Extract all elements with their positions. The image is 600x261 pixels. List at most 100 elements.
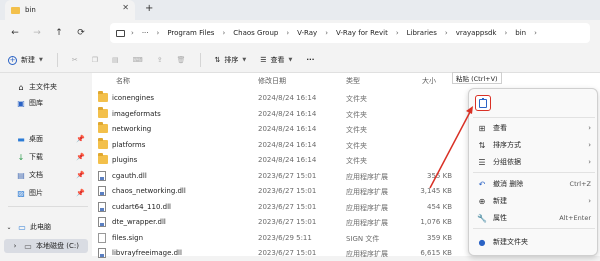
sidebar-item-label: 此电脑 [30,223,51,231]
chevron-right-icon: › [588,197,591,205]
back-button[interactable]: ← [4,28,26,38]
drive-icon: ▭ [24,241,32,251]
refresh-button[interactable]: ⟳ [70,28,92,38]
chevron-right-icon[interactable]: › [10,242,20,250]
delete-icon[interactable]: 🗑 [177,56,186,64]
up-button[interactable]: ↑ [48,28,70,38]
new-button[interactable]: + 新建 ▼ [8,55,43,65]
file-type: 文件夹 [346,110,367,119]
new-folder-icon: ● [478,237,486,247]
column-header-name[interactable]: 名称 [116,76,130,86]
folder-icon [98,153,108,164]
pictures-icon: ▨ [17,188,25,198]
menu-item-properties[interactable]: 🔧 属性 Alt+Enter [469,210,599,226]
address-bar[interactable]: › ··· › Program Files › Chaos Group › V-… [110,23,590,43]
menu-item-group[interactable]: ☰ 分组依据 › [469,154,599,170]
sidebar-item-home[interactable]: ⌂ 主文件夹 [16,81,57,93]
file-name: chaos_networking.dll [112,187,186,195]
new-tab-button[interactable]: + [145,3,153,14]
folder-icon [98,122,108,133]
breadcrumb-program-files[interactable]: Program Files [167,29,214,37]
paste-icon [479,97,487,108]
close-tab-icon[interactable]: ✕ [122,3,129,12]
file-name: networking [112,125,152,133]
sidebar-item-local-disk[interactable]: › ▭ 本地磁盘 (C:) [10,240,79,252]
chevron-down-icon: ▼ [242,57,247,63]
breadcrumb-libraries[interactable]: Libraries [407,29,437,37]
chevron-right-icon: › [325,29,329,37]
file-size: 359 KB [427,233,452,242]
view-button[interactable]: ☰ 查看 ▼ [260,55,292,65]
pin-icon[interactable]: 📌 [76,153,85,161]
breadcrumb-bin[interactable]: bin [515,29,526,37]
sidebar-item-downloads[interactable]: ↓ 下载 [16,151,43,163]
more-options-button[interactable]: ··· [306,56,314,64]
sidebar-item-pictures[interactable]: ▨ 图片 [16,187,43,199]
desktop-icon: ▬ [17,134,25,144]
chevron-right-icon: › [534,29,537,37]
overflow-icon[interactable]: ··· [142,29,149,37]
gallery-icon: ▣ [17,98,25,108]
context-menu: ⊞ 查看 › ⇅ 排序方式 › ☰ 分组依据 › ↶ 撤消 删除 Ctrl+Z … [468,88,598,256]
breadcrumb-vray-for-revit[interactable]: V-Ray for Revit [336,29,388,37]
sidebar-item-label: 本地磁盘 (C:) [36,242,79,250]
chevron-right-icon: › [131,29,134,37]
paste-button[interactable] [475,95,491,111]
menu-item-view[interactable]: ⊞ 查看 › [469,120,599,136]
sidebar-item-documents[interactable]: ▤ 文档 [16,169,43,181]
breadcrumb-vrayappsdk[interactable]: vrayappsdk [456,29,497,37]
menu-item-sort[interactable]: ⇅ 排序方式 › [469,137,599,153]
pin-icon[interactable]: 📌 [76,189,85,197]
menu-divider [473,228,595,229]
sidebar-item-label: 文档 [29,171,43,179]
column-header-type[interactable]: 类型 [346,76,360,86]
column-header-date[interactable]: 修改日期 [258,76,286,86]
sidebar-item-this-pc[interactable]: ⌄ ▭ 此电脑 [4,221,51,233]
menu-divider [473,172,595,173]
dll-file-icon [98,170,106,181]
tab-bin[interactable]: bin ✕ [5,0,135,20]
sidebar-item-label: 下载 [29,153,43,161]
rename-icon[interactable]: ⌨ [133,56,143,64]
plus-circle-icon: ⊕ [478,196,486,206]
sort-button[interactable]: ⇅ 排序 ▼ [215,55,247,65]
copy-icon[interactable]: ❐ [92,56,98,64]
pin-icon[interactable]: 📌 [76,135,85,143]
menu-item-new[interactable]: ⊕ 新建 › [469,193,599,209]
paste-icon[interactable]: ▤ [112,56,119,64]
file-size: 454 KB [427,202,452,211]
sidebar-item-gallery[interactable]: ▣ 图库 [16,97,43,109]
menu-item-new-folder[interactable]: ● 新建文件夹 [469,234,599,250]
folder-icon [98,91,108,102]
file-type: 文件夹 [346,157,367,165]
menu-item-undo-delete[interactable]: ↶ 撤消 删除 Ctrl+Z [469,176,599,192]
menu-item-label: 新建文件夹 [493,238,528,246]
pc-icon: ▭ [18,222,26,232]
context-menu-quick-actions [469,89,599,117]
column-header-size[interactable]: 大小 [422,76,436,86]
file-date: 2023/6/29 5:11 [258,233,312,242]
breadcrumb-chaos-group[interactable]: Chaos Group [233,29,278,37]
breadcrumb-vray[interactable]: V-Ray [297,29,317,37]
folder-icon [98,137,108,149]
forward-button[interactable]: → [26,28,48,38]
sidebar-item-label: 图库 [29,99,43,107]
file-type: 应用程序扩展 [346,250,388,258]
file-name: plugins [112,156,138,164]
shortcut-label: Ctrl+Z [569,180,591,188]
sidebar-item-desktop[interactable]: ▬ 桌面 [16,133,43,145]
chevron-right-icon: › [156,29,160,37]
file-type: 文件夹 [346,95,367,103]
cut-icon[interactable]: ✂ [72,56,78,64]
file-size: 355 KB [427,171,452,180]
file-icon [98,232,106,243]
menu-item-label: 撤消 删除 [493,180,524,188]
file-date: 2024/8/24 16:14 [258,156,317,164]
dll-file-icon [98,248,106,258]
chevron-down-icon[interactable]: ⌄ [4,224,14,231]
share-icon[interactable]: ⇪ [157,56,163,64]
file-name: files.sign [112,233,144,242]
pin-icon[interactable]: 📌 [76,171,85,179]
file-name: cudart64_110.dll [112,202,171,211]
group-icon: ☰ [478,157,486,167]
